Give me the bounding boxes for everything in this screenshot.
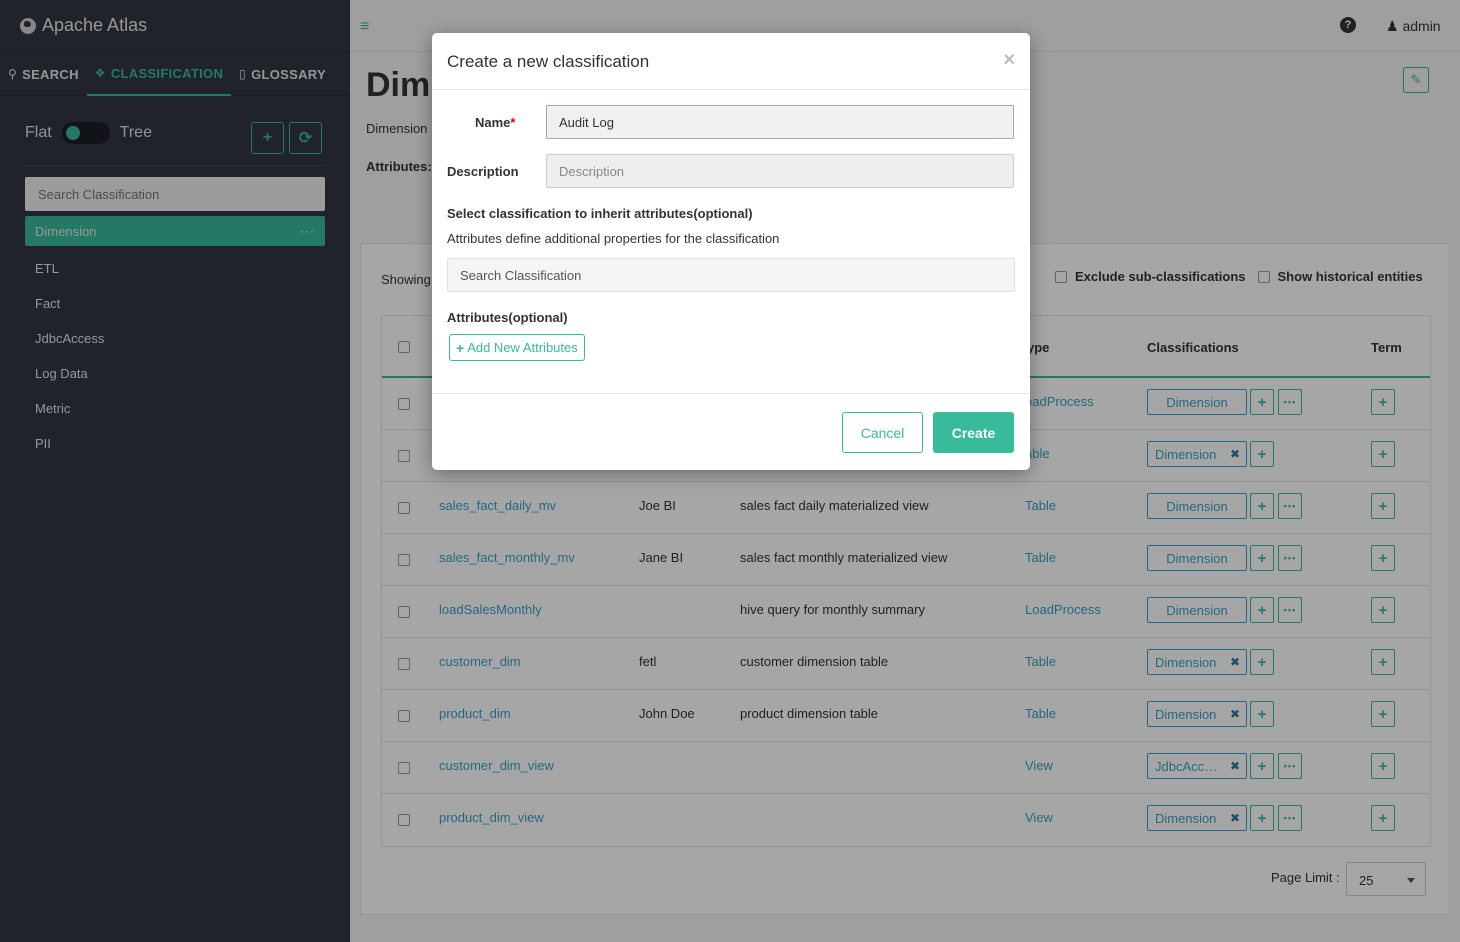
inherit-search-input[interactable] [447, 258, 1015, 292]
create-classification-modal: Create a new classification × Name* Desc… [432, 33, 1030, 470]
name-label: Name* [475, 115, 515, 130]
required-mark: * [510, 115, 516, 130]
description-input[interactable] [546, 154, 1014, 188]
name-label-text: Name [475, 115, 511, 130]
cancel-button[interactable]: Cancel [842, 412, 923, 453]
plus-icon: + [456, 339, 465, 356]
attributes-title: Attributes(optional) [447, 310, 568, 325]
inherit-description: Attributes define additional properties … [447, 231, 780, 246]
add-attributes-button[interactable]: + Add New Attributes [449, 334, 585, 361]
description-label: Description [447, 164, 519, 179]
close-icon[interactable]: × [1003, 49, 1015, 72]
modal-footer-divider [432, 393, 1030, 394]
create-button[interactable]: Create [933, 412, 1014, 453]
name-input[interactable] [546, 105, 1014, 139]
modal-title: Create a new classification [447, 52, 650, 71]
modal-header: Create a new classification × [432, 33, 1030, 90]
inherit-title: Select classification to inherit attribu… [447, 206, 753, 221]
add-attributes-label: Add New Attributes [467, 340, 578, 355]
